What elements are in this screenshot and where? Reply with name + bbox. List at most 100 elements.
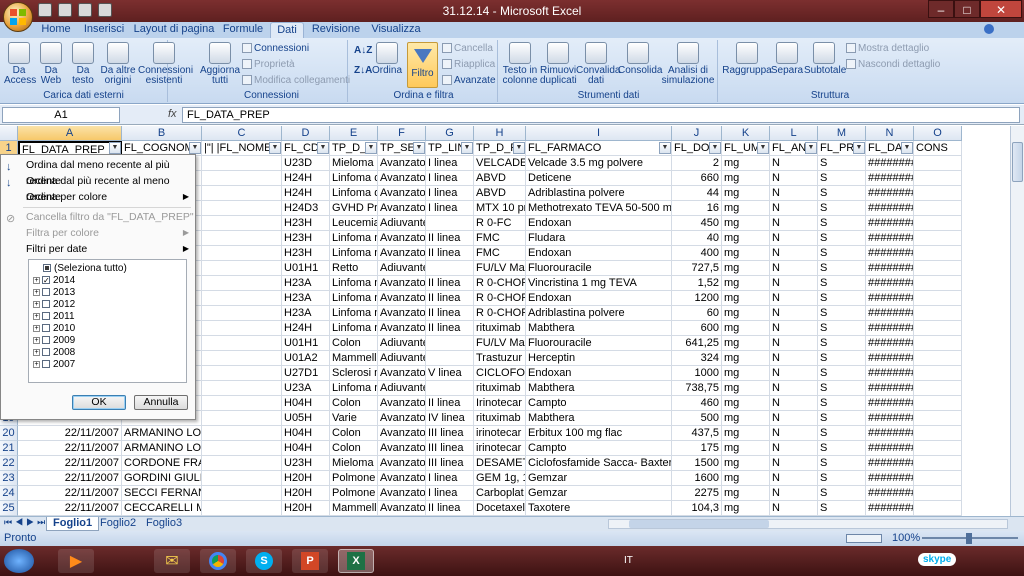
table-cell[interactable]: Avanzato <box>378 201 426 216</box>
tab-home[interactable]: Home <box>36 22 76 38</box>
table-cell[interactable]: R 0-CHOP <box>474 291 526 306</box>
table-cell[interactable]: mg <box>722 246 770 261</box>
table-cell[interactable]: N <box>770 321 818 336</box>
row-header[interactable]: 24 <box>0 486 18 501</box>
filter-item[interactable]: +2008 <box>33 347 75 359</box>
table-cell[interactable]: rituximab <box>474 321 526 336</box>
expand-icon[interactable]: + <box>33 312 40 320</box>
table-cell[interactable]: N <box>770 306 818 321</box>
checkbox[interactable] <box>42 312 50 321</box>
show-detail-button[interactable]: Mostra dettaglio <box>846 42 929 56</box>
table-cell[interactable]: Herceptin <box>526 351 672 366</box>
ungroup-button[interactable]: Separa <box>770 42 804 76</box>
table-cell[interactable]: S <box>818 501 866 516</box>
table-cell[interactable]: Avanzato <box>378 426 426 441</box>
table-cell[interactable]: Linfoma n <box>330 291 378 306</box>
table-cell[interactable] <box>914 201 962 216</box>
table-cell[interactable]: S <box>818 396 866 411</box>
table-cell[interactable]: mg <box>722 156 770 171</box>
table-cell[interactable]: H23H <box>282 231 330 246</box>
table-cell[interactable]: Avanzato <box>378 471 426 486</box>
table-cell[interactable] <box>202 201 282 216</box>
table-cell[interactable]: DESAMET/ <box>474 456 526 471</box>
column-header-g[interactable]: G <box>426 126 474 141</box>
skype-tray-icon[interactable]: skype <box>918 553 957 566</box>
table-cell[interactable]: Polmone <box>330 486 378 501</box>
tab-formulas[interactable]: Formule <box>220 22 266 38</box>
table-cell[interactable]: Retto <box>330 261 378 276</box>
table-cell[interactable]: VELCADE- <box>474 156 526 171</box>
table-cell[interactable]: Avanzato <box>378 456 426 471</box>
table-cell[interactable]: ######### <box>866 501 914 516</box>
filter-dropdown-icon[interactable]: ▼ <box>109 142 121 154</box>
tab-page-layout[interactable]: Layout di pagina <box>132 22 216 38</box>
table-cell[interactable]: ######### <box>866 291 914 306</box>
table-cell[interactable]: Trastuzur <box>474 351 526 366</box>
table-cell[interactable] <box>914 171 962 186</box>
checkbox[interactable] <box>43 264 51 273</box>
table-cell[interactable]: N <box>770 201 818 216</box>
table-cell[interactable] <box>202 156 282 171</box>
table-cell[interactable]: II linea <box>426 276 474 291</box>
table-cell[interactable]: CICLOFOS <box>474 366 526 381</box>
scroll-thumb[interactable] <box>1012 142 1023 182</box>
table-cell[interactable]: S <box>818 456 866 471</box>
what-if-analysis-button[interactable]: Analisi di simulazione <box>660 42 716 86</box>
table-cell[interactable]: S <box>818 291 866 306</box>
table-cell[interactable]: 437,5 <box>672 426 722 441</box>
table-cell[interactable]: N <box>770 291 818 306</box>
checkbox[interactable] <box>42 336 50 345</box>
table-cell[interactable]: ######### <box>866 351 914 366</box>
table-cell[interactable]: ######### <box>866 246 914 261</box>
table-cell[interactable]: mg <box>722 366 770 381</box>
table-cell[interactable]: Endoxan <box>526 216 672 231</box>
start-button[interactable] <box>4 549 34 573</box>
table-cell[interactable]: 460 <box>672 396 722 411</box>
column-header-a[interactable]: A <box>18 126 122 141</box>
table-cell[interactable]: mg <box>722 291 770 306</box>
ok-button[interactable]: OK <box>72 395 126 410</box>
row-header[interactable]: 22 <box>0 456 18 471</box>
table-cell[interactable]: Avanzato <box>378 231 426 246</box>
properties-button[interactable]: Proprietà <box>242 58 295 72</box>
sheet-tab-foglio2[interactable]: Foglio2 <box>94 517 142 531</box>
column-header-d[interactable]: D <box>282 126 330 141</box>
refresh-all-button[interactable]: Aggiorna tutti <box>200 42 240 86</box>
table-cell[interactable] <box>914 231 962 246</box>
table-cell[interactable]: N <box>770 216 818 231</box>
table-cell[interactable]: Taxotere <box>526 501 672 516</box>
table-cell[interactable]: H24H <box>282 321 330 336</box>
table-cell[interactable]: ######### <box>866 456 914 471</box>
tab-insert[interactable]: Inserisci <box>80 22 128 38</box>
table-cell[interactable]: mg <box>722 456 770 471</box>
table-cell[interactable]: H24D3 <box>282 201 330 216</box>
checkbox[interactable] <box>42 324 50 333</box>
table-cell[interactable]: U23A <box>282 381 330 396</box>
table-cell[interactable]: 16 <box>672 201 722 216</box>
column-header-o[interactable]: O <box>914 126 962 141</box>
table-cell[interactable] <box>914 411 962 426</box>
table-cell[interactable] <box>202 426 282 441</box>
table-cell[interactable]: CECCARELLI MARIA ROSA <box>122 501 202 516</box>
table-cell[interactable]: S <box>818 216 866 231</box>
table-cell[interactable]: mg <box>722 231 770 246</box>
filter-dropdown-icon[interactable]: ▼ <box>189 142 201 154</box>
scroll-thumb[interactable] <box>629 520 769 528</box>
tab-review[interactable]: Revisione <box>308 22 364 38</box>
table-cell[interactable]: 1200 <box>672 291 722 306</box>
table-cell[interactable]: Campto <box>526 396 672 411</box>
table-cell[interactable]: mg <box>722 441 770 456</box>
table-cell[interactable]: IV linea <box>426 411 474 426</box>
table-cell[interactable]: Mabthera <box>526 411 672 426</box>
table-cell[interactable]: II linea <box>426 231 474 246</box>
table-cell[interactable]: S <box>818 231 866 246</box>
expand-icon[interactable]: + <box>33 360 40 368</box>
expand-icon[interactable]: + <box>33 324 40 332</box>
table-cell[interactable]: Linfoma n <box>330 306 378 321</box>
table-cell[interactable] <box>914 216 962 231</box>
table-cell[interactable]: ######### <box>866 216 914 231</box>
select-all-corner[interactable] <box>0 126 18 141</box>
table-cell[interactable]: H23A <box>282 276 330 291</box>
filter-item[interactable]: +2011 <box>33 311 75 323</box>
outlook-icon[interactable]: ✉ <box>154 549 190 573</box>
